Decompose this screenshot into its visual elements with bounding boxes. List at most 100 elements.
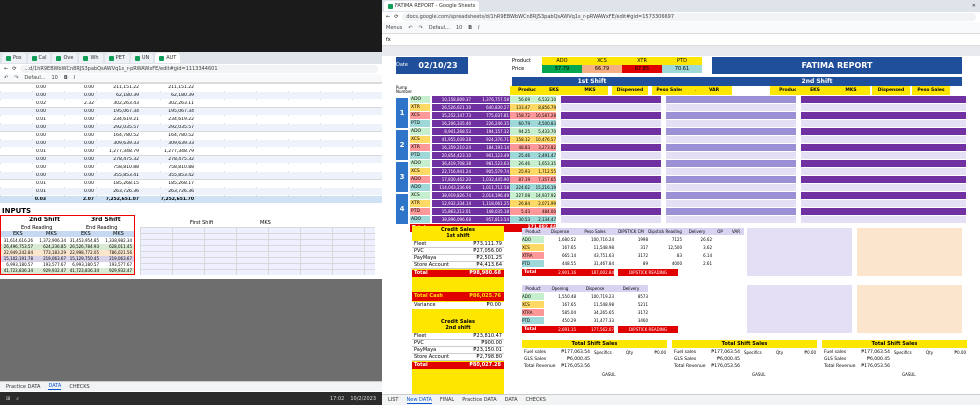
dip-cell[interactable]: 1,550.48 (544, 293, 576, 300)
credit-amount[interactable]: ₱4,413.64 (457, 262, 502, 269)
credit-amount[interactable]: ₱2,501.25 (457, 255, 502, 262)
dispensed-cell[interactable]: 25.46 (510, 152, 530, 159)
mks-cell[interactable]: 194,157.32 (472, 128, 510, 135)
sheet-tab-list[interactable]: LIST (388, 397, 399, 403)
sheet-tab-practice-data[interactable]: Practice DATA (462, 397, 496, 403)
dip-cell[interactable]: 11,548.98 (576, 244, 614, 251)
mks-cell[interactable]: 1,118,061.25 (472, 200, 510, 207)
table-cell[interactable]: 0.00 (50, 85, 95, 90)
dip-cell[interactable]: 11,548.98 (576, 301, 614, 308)
reading-cell[interactable]: 6,993,180.57 (1, 262, 34, 267)
table-cell[interactable]: 309,639.33 (95, 141, 140, 146)
left-tab-un[interactable]: UN (130, 53, 154, 63)
formula-bar[interactable]: fx (382, 34, 980, 46)
zero-amount[interactable]: ₱0.00 (790, 349, 816, 356)
table-cell[interactable]: 292,035.57 (95, 125, 140, 130)
reading-cell[interactable]: 624,236.85 (34, 244, 67, 249)
bold-icon[interactable]: B (64, 75, 68, 81)
reading-cell[interactable]: 6,993,180.57 (67, 262, 100, 267)
dip-cell[interactable]: 43,751.63 (576, 252, 614, 259)
table-cell[interactable]: 263,726.36 (150, 189, 195, 194)
left-tab-pet[interactable]: PET (104, 53, 129, 63)
dip-cell[interactable]: XCS (522, 244, 544, 251)
sheet-tab-checks[interactable]: CHECKS (69, 384, 89, 390)
reload-icon[interactable]: ⟳ (12, 66, 16, 72)
sheet-tab-final[interactable]: FINAL (440, 397, 454, 403)
table-cell[interactable]: 2.32 (50, 101, 95, 106)
dispensed-cell[interactable]: 94.25 (510, 128, 530, 135)
dip-cell[interactable]: 7125 (648, 236, 682, 243)
undo-icon[interactable]: ↶ (4, 75, 8, 81)
reading-cell[interactable]: 22,949,242.84 (1, 250, 34, 255)
peso-cell[interactable]: 10,476.57 (530, 136, 556, 143)
left-data-grid[interactable]: 0.00 0.00 211,151.22 211,151.22 0.00 0.00 62,1… (0, 83, 382, 203)
peso-cell[interactable]: 8,856.79 (530, 104, 556, 111)
table-cell[interactable]: 195,067.34 (95, 109, 140, 114)
mks-cell[interactable]: 905,579.74 (472, 168, 510, 175)
mks-cell[interactable]: 184,193.14 (472, 144, 510, 151)
table-cell[interactable]: 164,780.52 (95, 133, 140, 138)
dip-cell[interactable]: 4000 (648, 260, 682, 267)
shift-sales-value[interactable]: ₱176,053.56 (702, 363, 740, 370)
credit-amount[interactable]: ₱23,150.01 (457, 347, 502, 354)
dispensed-cell[interactable]: 25.93 (510, 168, 530, 175)
search-icon[interactable]: ⌕ (16, 396, 19, 402)
dip-cell[interactable]: 8573 (614, 293, 648, 300)
dip-cell[interactable]: 6.14 (682, 252, 712, 259)
table-cell[interactable]: 1,277,348.79 (95, 149, 140, 154)
eks-cell[interactable]: 38,919,826.74 (432, 192, 472, 199)
reading-cell[interactable]: 31,614,616.26 (1, 238, 34, 243)
dispensed-cell[interactable]: 26.46 (510, 160, 530, 167)
font-size-select[interactable]: 10 (456, 25, 462, 31)
table-cell[interactable]: 0.00 (2, 173, 47, 178)
dip-cell[interactable]: 3172 (614, 309, 648, 316)
table-cell[interactable]: 292,035.57 (150, 125, 195, 130)
undo-icon[interactable]: ↶ (408, 25, 412, 31)
table-cell[interactable]: 164,780.52 (150, 133, 195, 138)
left-tab-ove[interactable]: Ove (52, 53, 78, 63)
peso-cell[interactable]: 4,500.83 (530, 120, 556, 127)
table-cell[interactable]: 1,277,348.79 (150, 149, 195, 154)
reading-cell[interactable]: 193,577.67 (34, 262, 67, 267)
mks-cell[interactable]: 640,830.27 (472, 104, 510, 111)
reading-cell[interactable]: 22,998,772.05 (67, 250, 100, 255)
reading-cell[interactable]: 929,932.47 (100, 268, 133, 273)
dip-cell[interactable]: 665.14 (544, 252, 576, 259)
dispensed-cell[interactable]: 224.62 (510, 184, 530, 191)
mks-cell[interactable]: 2,014,196.49 (472, 192, 510, 199)
left-tab-cal[interactable]: Cal (27, 53, 51, 63)
eks-cell[interactable]: 26,526,621.10 (432, 104, 472, 111)
reading-cell[interactable]: 31,453,954.85 (67, 238, 100, 243)
table-cell[interactable]: 0.00 (2, 109, 47, 114)
dispensed-cell[interactable]: 133.47 (510, 104, 530, 111)
table-cell[interactable]: 185,268.17 (150, 181, 195, 186)
eks-cell[interactable]: 8,941,268.53 (432, 128, 472, 135)
peso-cell[interactable]: 1,712.55 (530, 168, 556, 175)
table-cell[interactable]: 0.00 (2, 133, 47, 138)
italic-icon[interactable]: I (74, 75, 75, 81)
left-tab-pos[interactable]: Pos (2, 53, 26, 63)
left-tab-wh[interactable]: Wh (79, 53, 103, 63)
redo-icon[interactable]: ↷ (419, 25, 423, 31)
table-cell[interactable]: 263,726.36 (95, 189, 140, 194)
dispensed-cell[interactable]: 48.83 (510, 144, 530, 151)
table-cell[interactable]: 309,639.33 (150, 141, 195, 146)
reading-cell[interactable]: 41,723,836.34 (67, 268, 100, 273)
price-cell-ptd[interactable]: 70.61 (662, 65, 702, 73)
zoom-select[interactable]: 10 (51, 75, 57, 81)
table-cell[interactable]: 0.00 (50, 165, 95, 170)
reading-cell[interactable]: 26,526,784.93 (67, 244, 100, 249)
table-cell[interactable]: 0.00 (50, 181, 95, 186)
dip-cell[interactable]: PTD (522, 260, 544, 267)
back-icon[interactable]: ← (386, 14, 390, 20)
eks-cell[interactable]: 16,359,210.24 (432, 144, 472, 151)
left-tab-aut[interactable]: AUT (155, 53, 181, 63)
dip-cell[interactable]: 3.62 (682, 244, 712, 251)
table-cell[interactable]: 0.00 (50, 133, 95, 138)
reading-cell[interactable]: 786,021.56 (100, 250, 133, 255)
eks-cell[interactable]: 16,206,335.40 (432, 120, 472, 127)
dip-cell[interactable]: 100,716.24 (576, 236, 614, 243)
table-cell[interactable]: 0.01 (2, 117, 47, 122)
table-cell[interactable]: 185,268.15 (95, 181, 140, 186)
bold-icon[interactable]: B (468, 25, 472, 31)
